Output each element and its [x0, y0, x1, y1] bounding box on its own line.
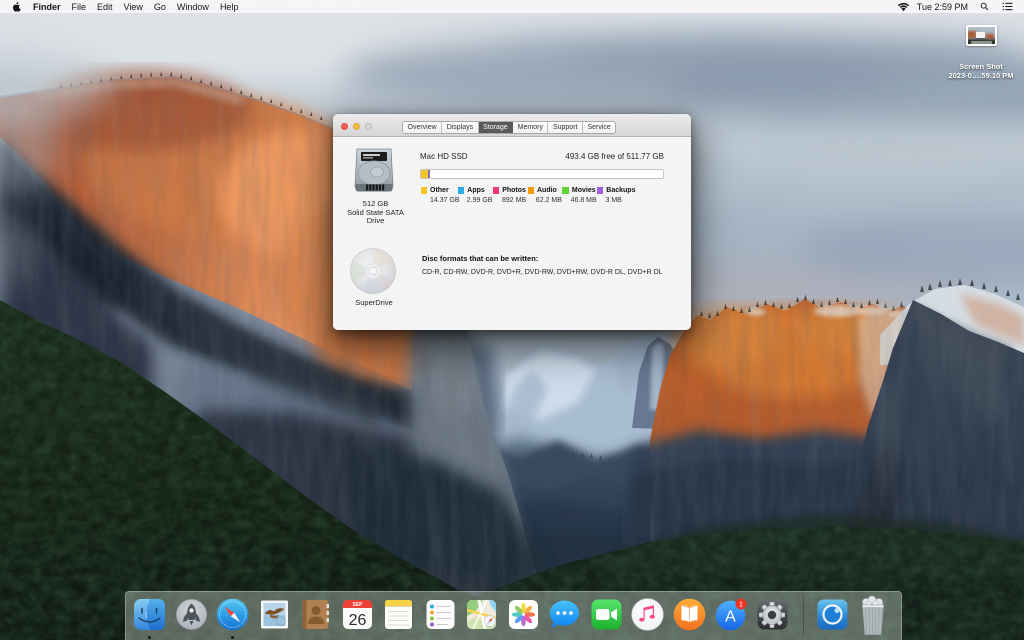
svg-text:SEP: SEP [352, 602, 363, 608]
svg-text:A: A [725, 609, 736, 626]
svg-text:26: 26 [348, 612, 366, 629]
svg-text:1: 1 [739, 600, 743, 609]
